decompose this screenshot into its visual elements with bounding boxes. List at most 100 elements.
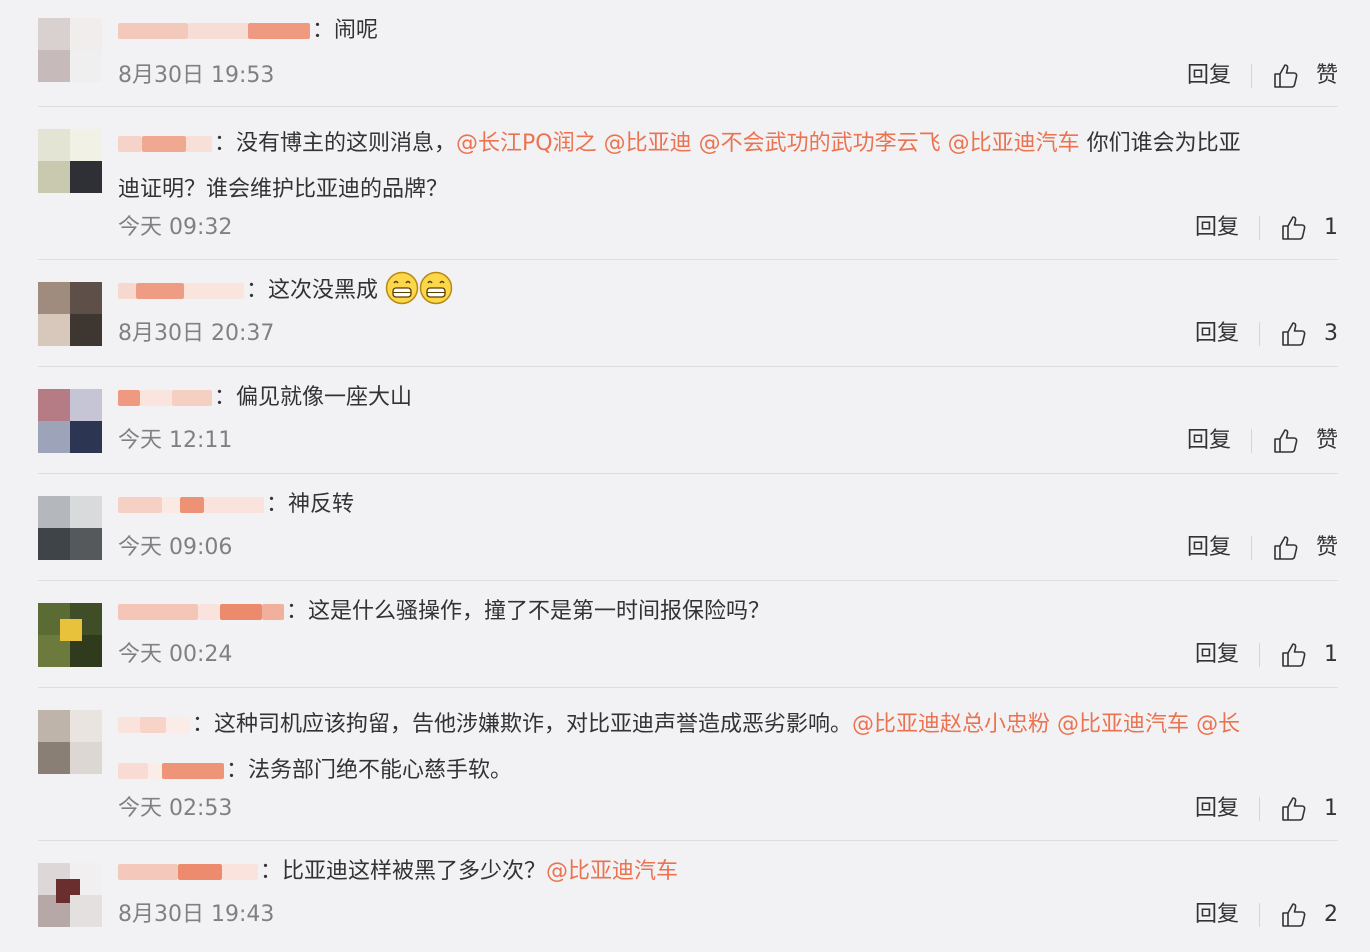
thumbs-up-icon <box>1274 536 1298 560</box>
thumbs-up-icon <box>1282 216 1306 240</box>
like-count: 1 <box>1324 215 1338 240</box>
reply-button[interactable]: 回复 <box>1187 61 1231 91</box>
comment-item: ：这种司机应该拘留，告他涉嫌欺诈，对比亚迪声誉造成恶劣影响。@比亚迪赵总小忠粉 … <box>38 688 1338 841</box>
mention-link[interactable]: @比亚迪汽车 <box>1057 712 1189 737</box>
like-button[interactable]: 赞 <box>1272 426 1338 456</box>
divider <box>1259 216 1260 240</box>
comment-actions: 回复 赞 <box>1187 533 1338 563</box>
thumbs-up-icon <box>1274 429 1298 453</box>
like-count: 1 <box>1324 642 1338 667</box>
like-button[interactable]: 赞 <box>1272 533 1338 563</box>
divider <box>1259 643 1260 667</box>
username-blurred[interactable] <box>118 601 284 623</box>
like-button[interactable]: 1 <box>1280 213 1338 243</box>
divider <box>1250 536 1252 560</box>
comment-content: 迪证明？谁会维护比亚迪的品牌？ <box>118 177 449 202</box>
comment-item: ：这次没黑成 8月30日 20:37 回复 3 <box>38 260 1338 367</box>
comment-time: 今天 09:06 <box>118 535 233 560</box>
comment-actions: 回复 1 <box>1195 213 1338 243</box>
like-count: 2 <box>1324 902 1338 927</box>
comment-actions: 回复 赞 <box>1187 426 1338 456</box>
comment-item: ：偏见就像一座大山 今天 12:11 回复 赞 <box>38 367 1338 474</box>
comment-time: 8月30日 19:43 <box>118 902 275 927</box>
mention-link[interactable]: @不会武功的武功李云飞 <box>699 131 941 156</box>
comment-text: ：这种司机应该拘留，告他涉嫌欺诈，对比亚迪声誉造成恶劣影响。@比亚迪赵总小忠粉 … <box>118 702 1338 748</box>
username-blurred[interactable] <box>118 20 310 42</box>
avatar[interactable] <box>38 282 102 346</box>
thumbs-up-icon <box>1282 797 1306 821</box>
reply-button[interactable]: 回复 <box>1195 900 1239 930</box>
avatar[interactable] <box>38 129 102 193</box>
like-count: 3 <box>1324 321 1338 346</box>
divider <box>1259 797 1260 821</box>
comment-time: 8月30日 19:53 <box>118 63 275 88</box>
comment-item: ：没有博主的这则消息，@长江PQ润之 @比亚迪 @不会武功的武功李云飞 @比亚迪… <box>38 107 1338 260</box>
mention-link[interactable]: @比亚迪赵总小忠粉 <box>852 712 1050 737</box>
comment-actions: 回复 1 <box>1195 794 1338 824</box>
divider <box>1250 64 1252 88</box>
mention-link[interactable]: @比亚迪 <box>604 131 692 156</box>
comment-text: ：这是什么骚操作，撞了不是第一时间报保险吗？ <box>118 589 1338 635</box>
username-blurred[interactable] <box>118 714 190 736</box>
comment-content: 没有博主的这则消息， <box>236 131 457 156</box>
mention-link[interactable]: @长 <box>1196 712 1240 737</box>
comment-actions: 回复 2 <box>1195 900 1338 930</box>
like-button[interactable]: 赞 <box>1272 61 1338 91</box>
thumbs-up-icon <box>1282 322 1306 346</box>
mention-link[interactable]: @长江PQ润之 <box>456 131 597 156</box>
thumbs-up-icon <box>1282 643 1306 667</box>
divider <box>1259 903 1260 927</box>
avatar[interactable] <box>38 18 102 82</box>
thumbs-up-icon <box>1274 64 1298 88</box>
username-blurred-cont[interactable] <box>118 760 224 782</box>
comment-text: ：没有博主的这则消息，@长江PQ润之 @比亚迪 @不会武功的武功李云飞 @比亚迪… <box>118 121 1338 167</box>
avatar[interactable] <box>38 496 102 560</box>
mention-link[interactable]: @比亚迪汽车 <box>948 131 1080 156</box>
comment-text: ：法务部门绝不能心慈手软。 <box>118 748 1338 794</box>
reply-button[interactable]: 回复 <box>1187 426 1231 456</box>
comment-content: 这次没黑成 <box>268 278 379 303</box>
comment-time: 今天 02:53 <box>118 796 233 821</box>
avatar[interactable] <box>38 863 102 927</box>
comment-item: ：这是什么骚操作，撞了不是第一时间报保险吗？ 今天 00:24 回复 1 <box>38 581 1338 688</box>
like-button[interactable]: 1 <box>1280 794 1338 824</box>
comment-time: 今天 12:11 <box>118 428 233 453</box>
username-blurred[interactable] <box>118 861 258 883</box>
avatar[interactable] <box>38 603 102 667</box>
avatar[interactable] <box>38 710 102 774</box>
reply-button[interactable]: 回复 <box>1187 533 1231 563</box>
like-count: 赞 <box>1315 535 1338 560</box>
like-count: 1 <box>1324 796 1338 821</box>
comment-text: 迪证明？谁会维护比亚迪的品牌？ <box>118 167 1338 213</box>
comment-content: 法务部门绝不能心慈手软。 <box>248 758 513 783</box>
reply-button[interactable]: 回复 <box>1195 794 1239 824</box>
avatar[interactable] <box>38 389 102 453</box>
grin-emoji-icon <box>385 271 419 305</box>
like-button[interactable]: 1 <box>1280 640 1338 670</box>
comment-time: 今天 09:32 <box>118 215 233 240</box>
comment-text: ：比亚迪这样被黑了多少次？@比亚迪汽车 <box>118 849 1338 895</box>
comment-item: ：比亚迪这样被黑了多少次？@比亚迪汽车 8月30日 19:43 回复 2 <box>38 841 1338 951</box>
username-blurred[interactable] <box>118 494 264 516</box>
like-button[interactable]: 2 <box>1280 900 1338 930</box>
comment-content: 偏见就像一座大山 <box>236 385 413 410</box>
comment-item: ：闹呢 8月30日 19:53 回复 赞 <box>38 0 1338 107</box>
like-count: 赞 <box>1315 428 1338 453</box>
reply-button[interactable]: 回复 <box>1195 640 1239 670</box>
mention-link[interactable]: @比亚迪汽车 <box>546 859 678 884</box>
comment-text: ：闹呢 <box>118 8 1338 54</box>
comment-content: 这种司机应该拘留，告他涉嫌欺诈，对比亚迪声誉造成恶劣影响。 <box>214 712 853 737</box>
username-blurred[interactable] <box>118 133 212 155</box>
divider <box>1250 429 1252 453</box>
username-blurred[interactable] <box>118 280 244 302</box>
username-blurred[interactable] <box>118 387 212 409</box>
grin-emoji-icon <box>419 271 453 305</box>
reply-button[interactable]: 回复 <box>1195 319 1239 349</box>
comment-item: ：神反转 今天 09:06 回复 赞 <box>38 474 1338 581</box>
comment-content: 这是什么骚操作，撞了不是第一时间报保险吗？ <box>308 599 771 624</box>
reply-button[interactable]: 回复 <box>1195 213 1239 243</box>
like-button[interactable]: 3 <box>1280 319 1338 349</box>
comment-text: ：神反转 <box>118 482 1338 528</box>
comment-content: 比亚迪这样被黑了多少次？ <box>282 859 547 884</box>
comment-content: 神反转 <box>288 492 355 517</box>
